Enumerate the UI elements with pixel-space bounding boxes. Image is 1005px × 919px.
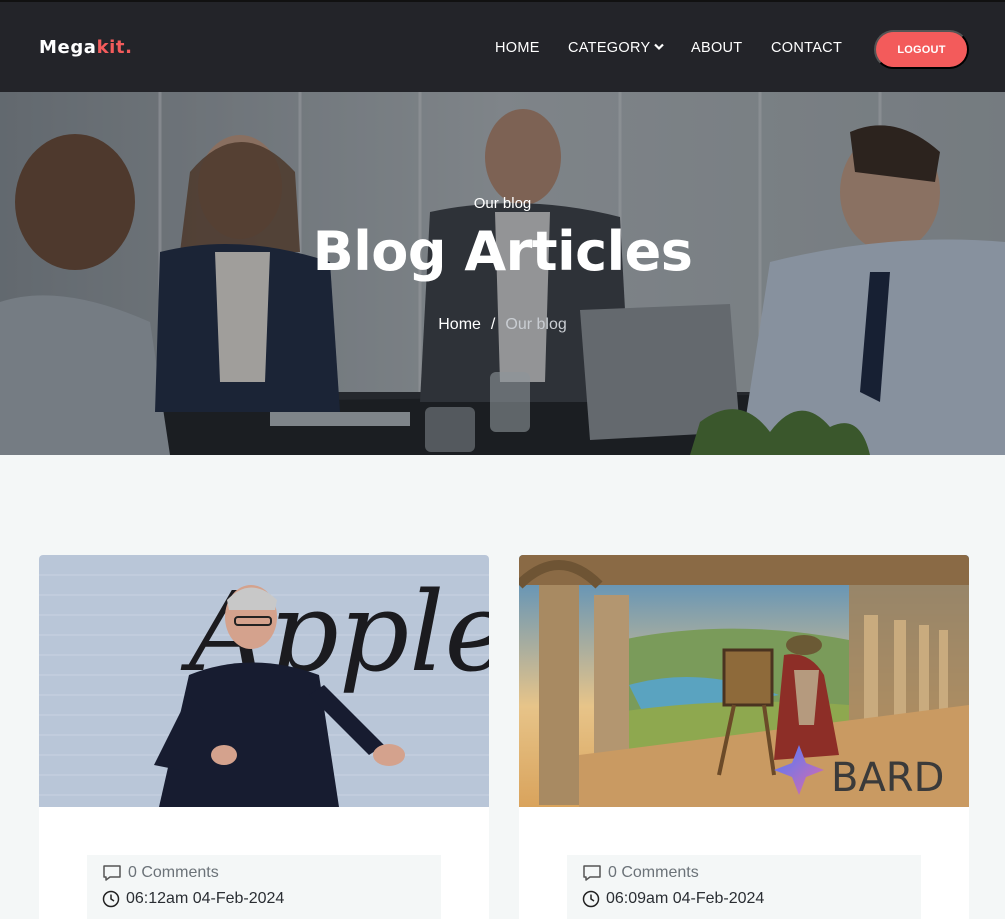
logout-button[interactable]: LOGOUT (874, 30, 969, 69)
hero-subtitle: Our blog (473, 195, 532, 212)
chevron-down-icon (654, 43, 665, 51)
brand-name: Mega (39, 37, 97, 58)
nav-about[interactable]: ABOUT (691, 40, 742, 56)
comments-label: 0 Comments (128, 864, 219, 881)
post-date: 06:12am 04-Feb-2024 (102, 890, 284, 908)
comment-icon (583, 865, 601, 881)
post-meta: 0 Comments 06:12am 04-Feb-2024 (87, 855, 441, 919)
navbar: Megakit. HOME CATEGORY ABOUT CONTACT LOG… (0, 0, 1005, 92)
breadcrumb-separator: / (490, 316, 496, 333)
nav-category-label: CATEGORY (568, 40, 651, 56)
clock-icon (582, 890, 600, 908)
bard-logo-text: BARD (831, 755, 944, 801)
brand-logo[interactable]: Megakit. (39, 37, 133, 58)
nav-category[interactable]: CATEGORY (568, 40, 665, 56)
post-meta: 0 Comments 06:09am 04-Feb-2024 (567, 855, 921, 919)
page-title: Blog Articles (312, 220, 693, 283)
blog-card-image[interactable]: BARD (519, 555, 969, 807)
comment-icon (103, 865, 121, 881)
apple-keynote-image: Apple (39, 555, 489, 807)
post-date-label: 06:12am 04-Feb-2024 (126, 890, 285, 907)
post-date-label: 06:09am 04-Feb-2024 (606, 890, 765, 907)
brand-accent: kit. (96, 37, 133, 58)
comments-label: 0 Comments (608, 864, 699, 881)
clock-icon (102, 890, 120, 908)
breadcrumb-home[interactable]: Home (438, 316, 481, 333)
breadcrumb: Home / Our blog (0, 316, 1005, 334)
blog-card[interactable]: Apple 0 Comments 06:12am 04-Feb-2024 (39, 555, 489, 919)
comments-count[interactable]: 0 Comments (582, 864, 699, 882)
post-date: 06:09am 04-Feb-2024 (582, 890, 764, 908)
blog-card-image[interactable]: Apple (39, 555, 489, 807)
bard-painting-image: BARD (519, 555, 969, 807)
comments-count[interactable]: 0 Comments (102, 864, 219, 882)
blog-card[interactable]: BARD 0 Comments 06:09am 04-Feb-2024 (519, 555, 969, 919)
nav-contact[interactable]: CONTACT (771, 40, 842, 56)
hero-banner: Our blog Blog Articles Home / Our blog (0, 92, 1005, 455)
nav-home[interactable]: HOME (495, 40, 540, 56)
breadcrumb-current: Our blog (505, 316, 567, 333)
